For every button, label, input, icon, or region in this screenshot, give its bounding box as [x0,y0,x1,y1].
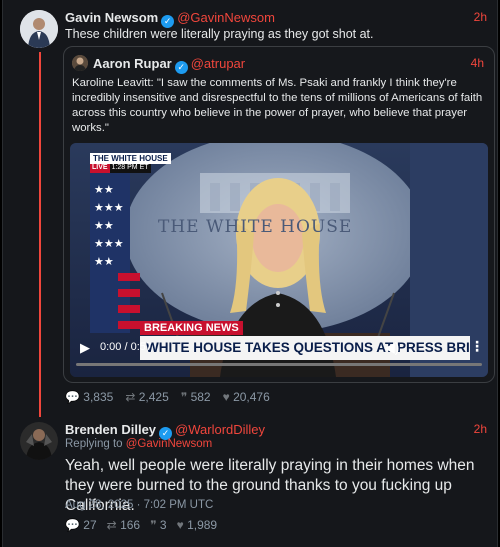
retweet-count-group[interactable]: ⇄ 2,425 [125,390,168,404]
quote-time[interactable]: 4h [471,56,484,70]
quote-header: Aaron Rupar ✓ @atrupar [93,55,245,74]
reply-time[interactable]: 2h [474,422,487,436]
reply-retweet-count: 166 [120,518,141,532]
person-icon [72,55,88,71]
quote-icon: ❞ [180,390,188,404]
retweet-icon: ⇄ [125,390,136,404]
quote-author-handle[interactable]: @atrupar [191,56,245,71]
reply-stats: 💬 27 ⇄ 166 ❞ 3 ♥ 1,989 [65,518,217,532]
reply-count: 3,835 [83,390,114,404]
replying-to-handle[interactable]: @GavinNewsom [126,438,212,450]
author-name[interactable]: Gavin Newsom [65,10,158,25]
reply-like-count-group[interactable]: ♥ 1,989 [177,518,218,532]
volume-icon[interactable]: ◀) [384,339,399,356]
reply-reply-count: 27 [83,518,97,532]
svg-text:★★: ★★ [94,219,114,232]
thread-connector-line [39,52,41,417]
video-player[interactable]: ★★ ★★★ ★★ ★★★ ★★ THE WHITE HOUSE LIVE 1:… [70,143,488,377]
dilley-avatar[interactable] [20,422,58,460]
reply-quote-count-group[interactable]: ❞ 3 [150,518,167,532]
network-tag: THE WHITE HOUSE [90,153,171,164]
tweet-stats: 💬 3,835 ⇄ 2,425 ❞ 582 ♥ 20,476 [65,390,270,404]
play-icon[interactable]: ▶ [80,340,90,356]
person-icon [20,422,58,460]
quote-text: Karoline Leavitt: "I saw the comments of… [72,77,483,134]
quoted-tweet[interactable]: Aaron Rupar ✓ @atrupar 4h Karoline Leavitt… [63,46,495,383]
more-options-icon[interactable]: ⋮ [470,338,484,355]
live-time: 1:28 PM ET [109,164,151,173]
tweet-time[interactable]: 2h [474,10,487,24]
quote-count: 582 [190,390,211,404]
reply-quote-count: 3 [159,518,167,532]
backdrop-text: THE WHITE HOUSE [158,217,353,237]
reply-author-handle[interactable]: @WarlordDilley [175,422,265,437]
tweet-header: Gavin Newsom ✓ @GavinNewsom [65,9,275,28]
time-display: 0:00 / 0:57 [100,341,152,353]
live-indicator: LIVE 1:28 PM ET [90,164,151,173]
reply-like-count: 1,989 [187,518,218,532]
like-count-group[interactable]: ♥ 20,476 [223,390,270,404]
replying-to-line: Replying to @GavinNewsom [65,438,212,450]
svg-text:★★: ★★ [94,255,114,268]
rupar-avatar[interactable] [72,55,88,71]
progress-bar[interactable] [76,363,482,366]
reply-count-group[interactable]: 💬 3,835 [65,390,113,404]
tweet-thread-card: Gavin Newsom ✓ @GavinNewsom 2h These child… [2,0,498,547]
breaking-news-label: BREAKING NEWS [140,321,243,335]
retweet-icon: ⇄ [106,518,117,532]
reply-retweet-count-group[interactable]: ⇄ 166 [107,518,140,532]
reply-reply-count-group[interactable]: 💬 27 [65,518,97,532]
quote-author-name[interactable]: Aaron Rupar [93,56,172,71]
verified-badge-icon: ✓ [174,61,188,74]
svg-text:★★: ★★ [94,183,114,196]
video-controls: ▶ 0:00 / 0:57 ◀) ⋮ [70,336,488,360]
retweet-count: 2,425 [138,390,169,404]
reply-icon: 💬 [65,518,80,532]
svg-text:★★★: ★★★ [94,201,124,214]
reply-timestamp[interactable]: Aug 28, 2025 · 7:02 PM UTC [65,499,213,511]
person-icon [20,10,58,48]
quote-count-group[interactable]: ❞ 582 [181,390,211,404]
live-label: LIVE [90,164,110,173]
reply-icon: 💬 [65,390,80,404]
newsom-avatar[interactable] [20,10,58,48]
heart-icon: ♥ [176,518,184,532]
author-handle[interactable]: @GavinNewsom [177,10,275,25]
like-count: 20,476 [233,390,270,404]
reply-author-name[interactable]: Brenden Dilley [65,422,156,437]
quote-icon: ❞ [150,518,157,532]
heart-icon: ♥ [222,390,230,404]
replying-prefix: Replying to [65,438,123,450]
svg-text:★★★: ★★★ [94,237,124,250]
tweet-text: These children were literally praying as… [65,27,374,41]
